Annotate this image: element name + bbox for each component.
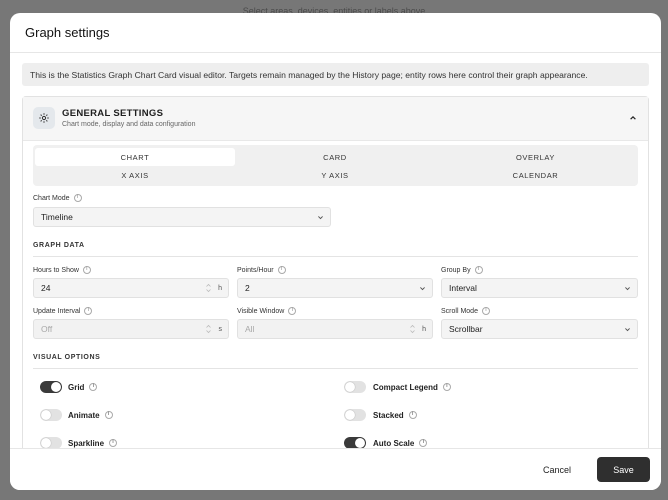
stepper-icon[interactable] [206, 324, 211, 334]
scroll-mode-select[interactable]: Scrollbar [441, 319, 638, 339]
graph-data-title: GRAPH DATA [33, 242, 85, 249]
hours-suffix: h [422, 325, 426, 333]
tab-overlay[interactable]: OVERLAY [435, 148, 636, 166]
save-button[interactable]: Save [597, 457, 650, 482]
hours-to-show-input[interactable]: 24 h [33, 278, 229, 298]
dialog-content: This is the Statistics Graph Chart Card … [10, 54, 661, 448]
info-icon[interactable]: i [474, 266, 483, 274]
chart-mode-value: Timeline [41, 212, 73, 222]
visible-window-label-text: Visible Window [237, 307, 285, 315]
update-interval-label-text: Update Interval [33, 307, 81, 315]
stacked-label-text: Stacked [373, 410, 404, 420]
tab-calendar[interactable]: CALENDAR [435, 166, 636, 184]
visual-options-title: VISUAL OPTIONS [33, 354, 101, 361]
info-icon[interactable]: i [481, 307, 490, 315]
dialog-title: Graph settings [25, 25, 110, 40]
tab-y-axis[interactable]: Y AXIS [235, 166, 435, 184]
tab-chart[interactable]: CHART [35, 148, 235, 166]
cancel-button[interactable]: Cancel [533, 459, 581, 481]
info-icon[interactable]: i [89, 383, 98, 391]
scroll-mode-label-text: Scroll Mode [441, 307, 478, 315]
hours-suffix: h [218, 284, 222, 292]
update-interval-placeholder: Off [41, 324, 53, 334]
animate-toggle-label: Animate i [68, 409, 113, 421]
points-per-hour-label-text: Points/Hour [237, 266, 274, 274]
points-per-hour-label: Points/Hour i [237, 266, 286, 274]
auto-scale-toggle-label: Auto Scale i [373, 437, 428, 448]
auto-scale-toggle[interactable] [344, 437, 366, 448]
info-icon[interactable]: i [109, 439, 118, 447]
tab-card[interactable]: CARD [235, 148, 435, 166]
scroll-mode-label: Scroll Mode i [441, 307, 490, 315]
update-interval-label: Update Interval i [33, 307, 93, 315]
compact-legend-toggle[interactable] [344, 381, 366, 393]
points-per-hour-select[interactable]: 2 [237, 278, 433, 298]
divider [33, 256, 638, 257]
visible-window-label: Visible Window i [237, 307, 297, 315]
graph-settings-dialog: Graph settings This is the Statistics Gr… [10, 13, 661, 490]
hours-to-show-value: 24 [41, 283, 51, 293]
divider [33, 368, 638, 369]
group-by-select[interactable]: Interval [441, 278, 638, 298]
info-icon[interactable]: i [277, 266, 286, 274]
animate-toggle[interactable] [40, 409, 62, 421]
stepper-icon[interactable] [206, 283, 211, 293]
visible-window-input[interactable]: All h [237, 319, 433, 339]
hours-to-show-label-text: Hours to Show [33, 266, 79, 274]
seconds-suffix: s [218, 325, 223, 333]
grid-toggle[interactable] [40, 381, 62, 393]
chevron-up-icon[interactable] [626, 111, 640, 125]
chevron-down-icon [418, 284, 426, 292]
update-interval-input[interactable]: Off s [33, 319, 229, 339]
dialog-header: Graph settings [10, 13, 661, 53]
tab-x-axis[interactable]: X AXIS [35, 166, 235, 184]
section-subtitle: Chart mode, display and data configurati… [62, 121, 196, 128]
hours-to-show-label: Hours to Show i [33, 266, 91, 274]
group-by-value: Interval [449, 283, 477, 293]
grid-label-text: Grid [68, 382, 85, 392]
stacked-toggle[interactable] [344, 409, 366, 421]
general-settings-header[interactable]: GENERAL SETTINGS Chart mode, display and… [23, 97, 648, 141]
scroll-mode-value: Scrollbar [449, 324, 483, 334]
compact-legend-toggle-label: Compact Legend i [373, 381, 451, 393]
chevron-down-icon [316, 213, 324, 221]
chevron-down-icon [623, 284, 631, 292]
dialog-footer: Cancel Save [10, 448, 661, 490]
info-icon[interactable]: i [442, 383, 451, 391]
settings-tabs: CHART CARD OVERLAY X AXIS Y AXIS CALENDA… [33, 145, 638, 186]
sparkline-toggle-label: Sparkline i [68, 437, 118, 448]
grid-toggle-label: Grid i [68, 381, 98, 393]
stacked-toggle-label: Stacked i [373, 409, 417, 421]
info-icon[interactable]: i [82, 266, 91, 274]
info-icon[interactable]: i [84, 307, 93, 315]
chart-mode-label-text: Chart Mode [33, 194, 70, 202]
chart-mode-label: Chart Mode i [33, 194, 82, 202]
info-icon[interactable]: i [419, 439, 428, 447]
compact-legend-label-text: Compact Legend [373, 382, 438, 392]
chevron-down-icon [623, 325, 631, 333]
animate-label-text: Animate [68, 410, 100, 420]
info-banner: This is the Statistics Graph Chart Card … [22, 63, 649, 86]
info-icon[interactable]: i [104, 411, 113, 419]
group-by-label-text: Group By [441, 266, 471, 274]
info-icon[interactable]: i [288, 307, 297, 315]
visible-window-placeholder: All [245, 324, 255, 334]
auto-scale-label-text: Auto Scale [373, 438, 415, 448]
stepper-icon[interactable] [410, 324, 415, 334]
info-icon[interactable]: i [73, 194, 82, 202]
gear-icon [33, 107, 55, 129]
points-per-hour-value: 2 [245, 283, 250, 293]
general-settings-section: GENERAL SETTINGS Chart mode, display and… [22, 96, 649, 448]
section-title: GENERAL SETTINGS [62, 108, 164, 119]
chart-mode-select[interactable]: Timeline [33, 207, 331, 227]
group-by-label: Group By i [441, 266, 483, 274]
sparkline-label-text: Sparkline [68, 438, 105, 448]
sparkline-toggle[interactable] [40, 437, 62, 448]
info-icon[interactable]: i [408, 411, 417, 419]
